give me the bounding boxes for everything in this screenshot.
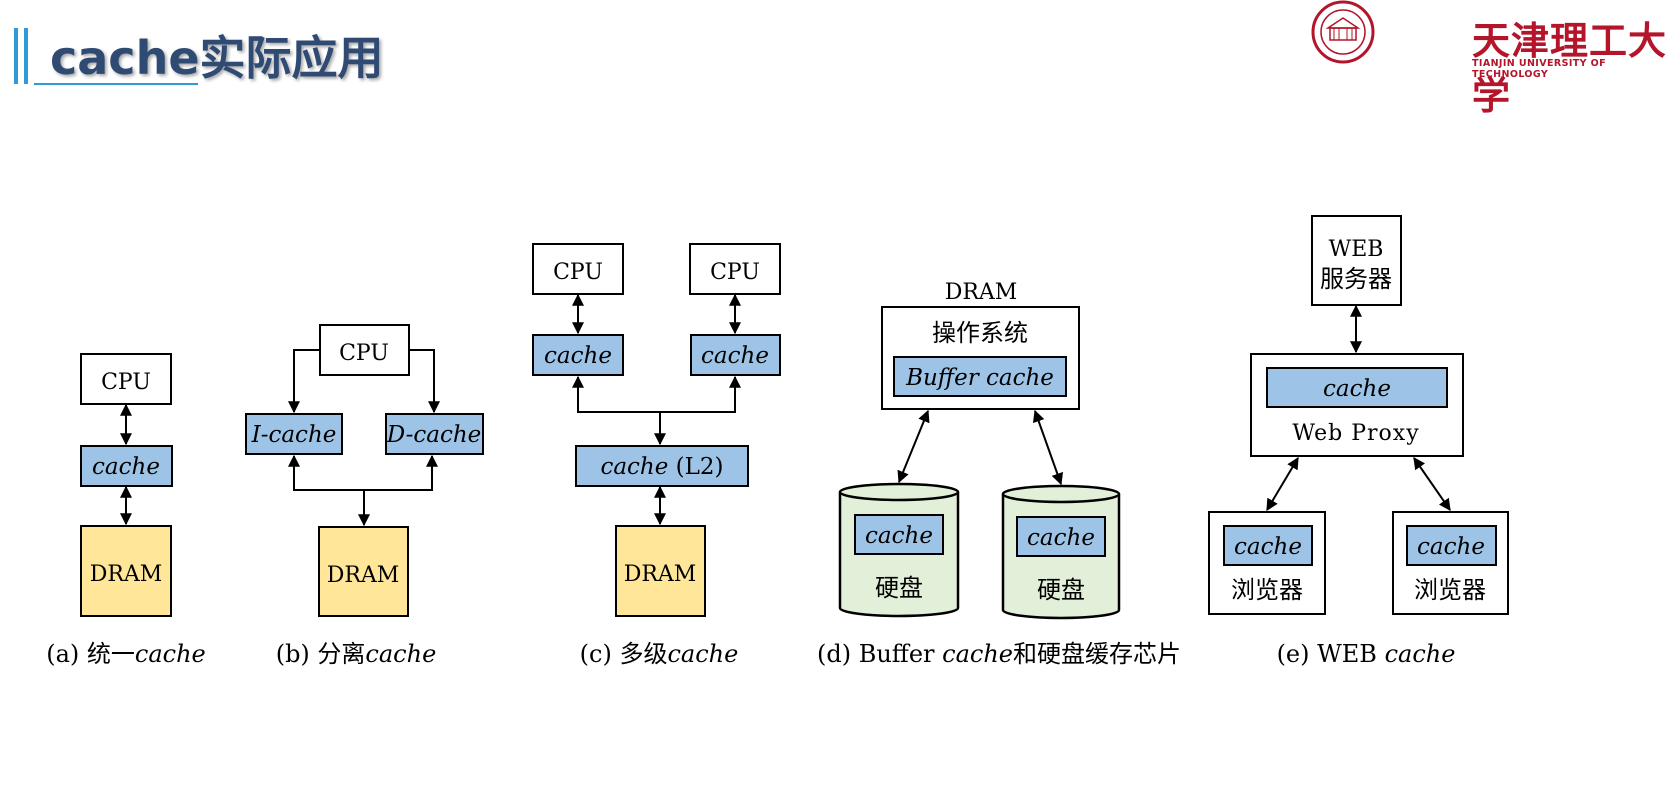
diagram-d: DRAM 操作系统 Buffer cache cache 硬盘 cache 硬盘… — [817, 280, 1181, 668]
d-os-label: 操作系统 — [932, 319, 1028, 347]
a-cpu-label: CPU — [101, 370, 151, 395]
c-cache2-label: cache — [701, 343, 769, 369]
c-cpu1-label: CPU — [553, 260, 603, 285]
c-cache1-label: cache — [544, 343, 612, 369]
a-cache-label: cache — [92, 454, 160, 480]
d-disk2-cache-label: cache — [1027, 525, 1095, 551]
a-dram-label: DRAM — [90, 562, 163, 587]
diagram-a: CPU cache DRAM (a) 统一cache — [46, 353, 206, 668]
e-server-line2: 服务器 — [1320, 265, 1392, 293]
d-disk1-top — [838, 482, 960, 502]
a-caption: (a) 统一cache — [46, 640, 206, 668]
e-proxy-cache-label: cache — [1323, 376, 1391, 402]
b-icache-label: I-cache — [251, 422, 337, 448]
c-caption: (c) 多级cache — [580, 640, 739, 668]
d-disk2-label: 硬盘 — [1037, 576, 1085, 604]
e-browser2-label: 浏览器 — [1414, 576, 1486, 604]
d-buffer-cache-label: Buffer cache — [905, 365, 1054, 391]
b-dcache-label: D-cache — [386, 422, 482, 448]
d-arrow-dram-disk2 — [1032, 409, 1064, 486]
d-arrow-dram-disk1 — [897, 409, 930, 484]
diagram-e: WEB 服务器 cache Web Proxy cache 浏览器 cache … — [1208, 215, 1509, 668]
e-server-line1: WEB — [1329, 237, 1384, 262]
d-caption: (d) Buffer cache和硬盘缓存芯片 — [817, 640, 1181, 668]
c-bus — [572, 375, 741, 413]
b-arrow-cpu-icache — [288, 349, 320, 414]
d-disk2-top — [1001, 484, 1121, 504]
e-browser2-cache-label: cache — [1417, 534, 1485, 560]
e-arrow-proxy-browser1 — [1266, 456, 1299, 512]
c-cpu2-label: CPU — [710, 260, 760, 285]
c-l2-label: cache (L2) — [600, 454, 723, 480]
d-dram-label: DRAM — [945, 280, 1018, 305]
cache-diagrams: CPU cache DRAM (a) 统一cache CPU I-cache D… — [46, 215, 1509, 668]
e-browser1-cache-label: cache — [1234, 534, 1302, 560]
e-proxy-label: Web Proxy — [1292, 421, 1419, 446]
d-disk1-cache-label: cache — [865, 523, 933, 549]
d-disk1-label: 硬盘 — [875, 574, 923, 602]
diagram-b: CPU I-cache D-cache DRAM (b) 分离cache — [245, 324, 484, 668]
c-dram-label: DRAM — [624, 562, 697, 587]
b-arrow-cpu-dcache — [409, 349, 440, 414]
diagram-c: CPU CPU cache cache cache (L2) DRAM (c) … — [532, 243, 781, 668]
b-dram-label: DRAM — [327, 563, 400, 588]
b-caption: (b) 分离cache — [276, 640, 437, 668]
e-arrow-proxy-browser2 — [1413, 457, 1451, 511]
e-caption: (e) WEB cache — [1277, 640, 1456, 668]
b-bus — [288, 454, 438, 491]
b-cpu-label: CPU — [339, 341, 389, 366]
e-browser1-label: 浏览器 — [1231, 576, 1303, 604]
